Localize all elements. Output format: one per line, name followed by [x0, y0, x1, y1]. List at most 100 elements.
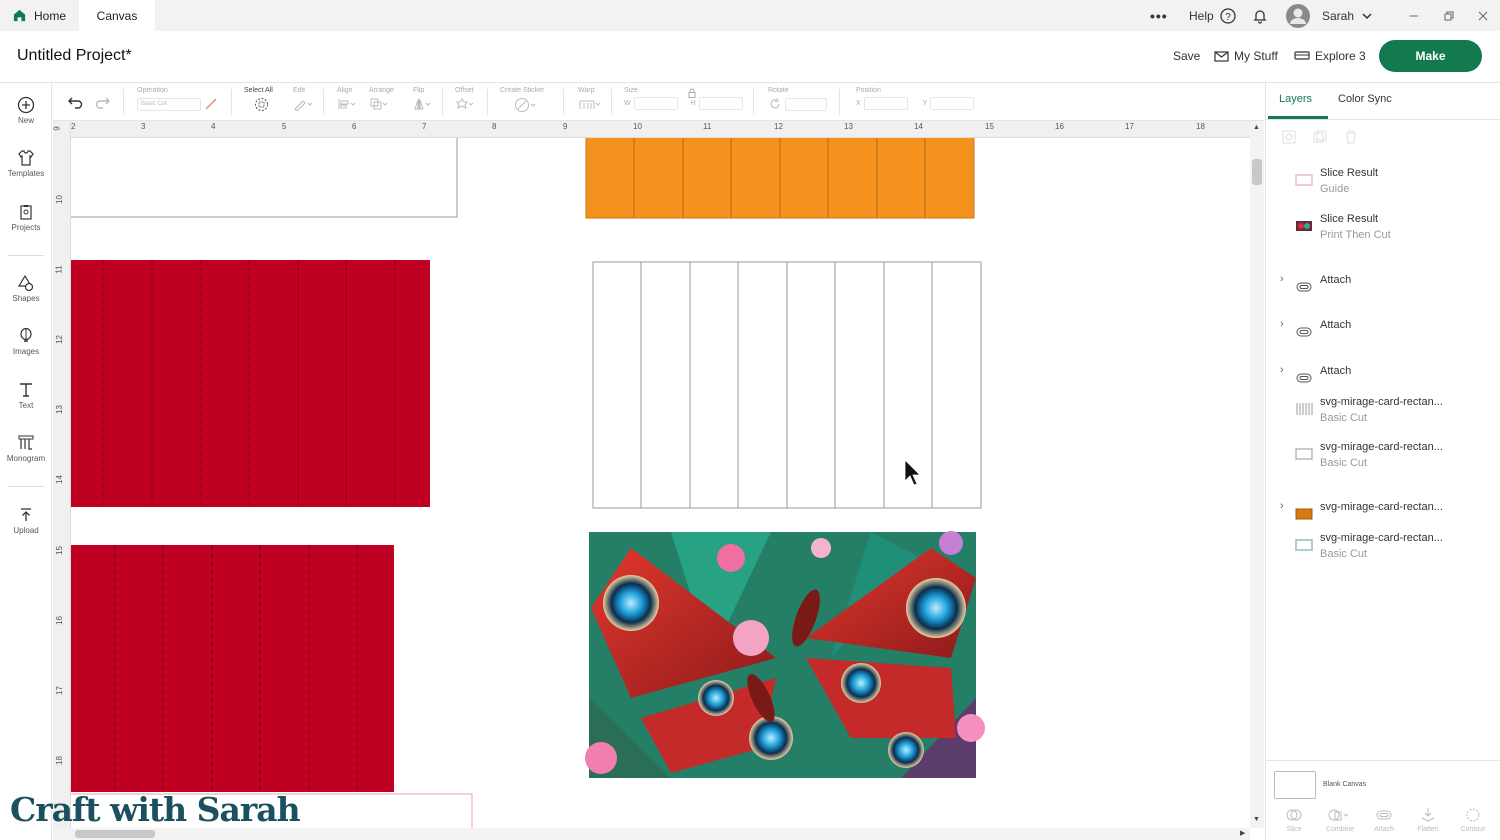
sidebar-item-projects-label: Projects: [11, 223, 41, 232]
layer-operation: Basic Cut: [1320, 548, 1368, 560]
ruler-tick-label: 4: [211, 122, 216, 131]
attach-icon[interactable]: [1376, 808, 1392, 822]
left-sidebar: New Templates Projects Shapes Images Tex…: [0, 83, 52, 840]
horizontal-scrollbar[interactable]: ▶: [53, 828, 1250, 840]
height-input[interactable]: [698, 97, 743, 110]
chevron-down-icon: [1362, 12, 1372, 19]
arrange-icon[interactable]: [369, 97, 389, 111]
make-button[interactable]: Make: [1379, 40, 1482, 72]
blank-canvas-swatch[interactable]: [1274, 771, 1316, 799]
svg-text:?: ?: [1225, 12, 1231, 23]
expand-chevron-icon[interactable]: ›: [1280, 500, 1284, 512]
expand-chevron-icon[interactable]: ›: [1280, 364, 1284, 376]
scroll-down-icon[interactable]: ▼: [1253, 816, 1260, 823]
expand-chevron-icon[interactable]: ›: [1280, 318, 1284, 330]
my-stuff-button[interactable]: My Stuff: [1214, 49, 1278, 63]
layer-thumbnail: [1296, 221, 1312, 231]
layer-row[interactable]: › Attach: [1266, 354, 1491, 390]
expand-chevron-icon[interactable]: ›: [1280, 273, 1284, 285]
sidebar-item-text[interactable]: Text: [0, 381, 52, 410]
operation-select[interactable]: Basic Cut: [137, 97, 201, 111]
butterfly-print-image[interactable]: [585, 531, 985, 778]
sidebar-item-new[interactable]: New: [0, 96, 52, 125]
x-input[interactable]: [863, 97, 908, 110]
avatar: [1286, 3, 1310, 28]
pen-icon[interactable]: [204, 97, 218, 111]
offset-icon[interactable]: [455, 97, 475, 111]
redo-icon[interactable]: [95, 95, 111, 109]
sidebar-item-monogram-label: Monogram: [6, 454, 46, 463]
sidebar-item-images[interactable]: Images: [0, 327, 52, 356]
ruler-tick-label: 16: [54, 616, 64, 625]
white-striped-card[interactable]: [592, 261, 982, 509]
trash-icon[interactable]: [1344, 130, 1358, 144]
tab-color-sync[interactable]: Color Sync: [1338, 93, 1392, 105]
vertical-scroll-thumb[interactable]: [1252, 159, 1262, 185]
contour-icon[interactable]: [1465, 807, 1481, 823]
more-options-button[interactable]: •••: [1150, 0, 1168, 31]
tab-canvas[interactable]: Canvas: [79, 0, 155, 31]
horizontal-scroll-thumb[interactable]: [75, 830, 155, 838]
sidebar-item-monogram[interactable]: Monogram: [0, 434, 52, 463]
layer-row[interactable]: svg-mirage-card-rectan... Basic Cut: [1266, 437, 1491, 473]
toolbar-divider: [231, 89, 232, 115]
warp-icon[interactable]: [578, 97, 602, 111]
user-menu[interactable]: Sarah: [1285, 0, 1373, 31]
sidebar-item-templates[interactable]: Templates: [0, 149, 52, 178]
flatten-icon[interactable]: [1420, 807, 1436, 823]
red-card-bottom[interactable]: [71, 545, 394, 792]
tab-layers[interactable]: Layers: [1279, 93, 1312, 105]
select-all-icon[interactable]: [254, 97, 269, 112]
scroll-right-icon[interactable]: ▶: [1240, 829, 1245, 837]
close-button[interactable]: [1477, 0, 1489, 31]
slice-icon[interactable]: [1286, 808, 1302, 822]
vertical-scrollbar[interactable]: ▲ ▼: [1250, 121, 1264, 828]
tab-home[interactable]: Home: [0, 0, 79, 31]
minimize-button[interactable]: [1408, 0, 1420, 31]
group-icon[interactable]: [1282, 130, 1296, 144]
save-button[interactable]: Save: [1173, 49, 1200, 63]
canvas-drawing: [71, 138, 985, 828]
clipboard-icon: [20, 205, 32, 220]
help-button[interactable]: Help ?: [1189, 0, 1236, 31]
layer-row[interactable]: Slice Result Guide: [1266, 163, 1491, 199]
red-card-top[interactable]: [71, 260, 430, 507]
undo-icon[interactable]: [67, 95, 83, 109]
flip-label: Flip: [413, 87, 425, 94]
project-title[interactable]: Untitled Project*: [17, 47, 132, 65]
design-canvas[interactable]: [71, 138, 1250, 828]
layer-row[interactable]: › Attach: [1266, 308, 1491, 344]
layer-row[interactable]: › Attach: [1266, 263, 1491, 299]
ruler-tick-label: 14: [914, 122, 923, 131]
scroll-up-icon[interactable]: ▲: [1253, 124, 1260, 131]
layer-row[interactable]: svg-mirage-card-rectan... Basic Cut: [1266, 528, 1491, 564]
combine-icon[interactable]: [1328, 808, 1350, 822]
notifications-button[interactable]: [1252, 0, 1268, 31]
orange-striped-card[interactable]: [585, 138, 975, 219]
sticker-icon[interactable]: [514, 97, 538, 113]
ruler-tick-label: 7: [422, 122, 427, 131]
lock-icon[interactable]: [687, 88, 697, 98]
sidebar-item-shapes[interactable]: Shapes: [0, 274, 52, 303]
layer-row[interactable]: › svg-mirage-card-rectan...: [1266, 490, 1491, 526]
minimize-icon: [1410, 15, 1418, 16]
layer-row[interactable]: Slice Result Print Then Cut: [1266, 209, 1491, 245]
rotate-input[interactable]: [785, 97, 827, 111]
layer-row[interactable]: svg-mirage-card-rectan... Basic Cut: [1266, 392, 1491, 428]
flip-icon[interactable]: [413, 97, 433, 111]
align-icon[interactable]: [337, 97, 357, 111]
white-card-top-left[interactable]: [71, 138, 458, 218]
sidebar-item-projects[interactable]: Projects: [0, 203, 52, 232]
toolbar-divider: [487, 89, 488, 115]
duplicate-icon[interactable]: [1313, 130, 1327, 144]
y-input[interactable]: [930, 97, 975, 110]
select-all-group: Select All: [244, 87, 273, 112]
restore-button[interactable]: [1443, 0, 1455, 31]
align-group: Align: [337, 87, 357, 111]
sidebar-item-upload[interactable]: Upload: [0, 506, 52, 535]
machine-selector[interactable]: Explore 3: [1294, 49, 1366, 63]
edit-pencil-icon[interactable]: [293, 97, 313, 111]
width-input[interactable]: [633, 97, 678, 110]
ruler-tick-label: 16: [1055, 122, 1064, 131]
ruler-tick-label: 5: [282, 122, 287, 131]
